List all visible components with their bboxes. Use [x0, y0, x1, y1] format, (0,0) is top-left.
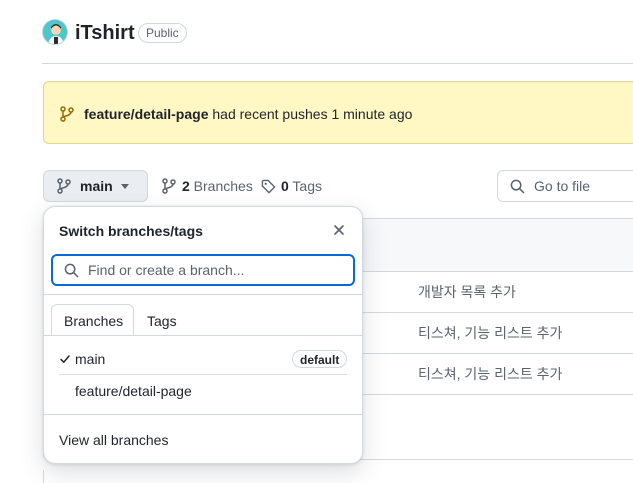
tags-link[interactable]: 0 Tags	[281, 176, 322, 196]
tabs-underline	[44, 335, 362, 336]
repo-owner-avatar[interactable]	[42, 19, 68, 45]
list-item-divider	[59, 374, 347, 375]
dropdown-divider	[44, 294, 362, 295]
view-all-branches-link[interactable]: View all branches	[59, 430, 168, 450]
commit-message-link[interactable]: 개발자 목록 추가	[418, 282, 516, 302]
commit-message-link[interactable]: 티스쳐, 기능 리스트 추가	[418, 323, 562, 343]
commit-message-link[interactable]: 티스쳐, 기능 리스트 추가	[418, 364, 562, 384]
repo-name[interactable]: iTshirt	[75, 19, 135, 47]
check-icon	[60, 355, 70, 363]
pushed-branch-link[interactable]: feature/detail-page	[84, 106, 208, 122]
branch-item-main[interactable]: main	[75, 349, 105, 369]
branches-link-label: Branches	[189, 178, 253, 194]
tags-count: 0	[281, 178, 289, 194]
recent-push-message: feature/detail-page had recent pushes 1 …	[84, 104, 412, 124]
current-branch-label: main	[80, 178, 113, 194]
git-branch-icon	[162, 178, 176, 194]
search-icon	[64, 263, 79, 278]
tab-tags[interactable]: Tags	[147, 311, 177, 331]
branch-item-feature-detail-page[interactable]: feature/detail-page	[75, 381, 192, 401]
branch-search-input[interactable]	[88, 260, 343, 280]
dropdown-title: Switch branches/tags	[59, 223, 203, 239]
branches-link[interactable]: 2 Branches	[182, 176, 253, 196]
git-branch-icon	[60, 106, 74, 122]
push-message-text: had recent pushes 1 minute ago	[208, 106, 413, 122]
go-to-file-placeholder: Go to file	[534, 178, 591, 194]
tags-link-label: Tags	[288, 178, 323, 194]
tab-branches-label: Branches	[64, 313, 124, 329]
tag-icon	[261, 179, 276, 194]
visibility-badge: Public	[138, 23, 187, 43]
git-branch-icon	[57, 178, 71, 194]
search-icon	[510, 179, 525, 194]
section-edge	[43, 470, 44, 483]
dropdown-divider	[44, 414, 362, 415]
close-icon[interactable]	[331, 222, 347, 238]
header-divider	[42, 63, 633, 64]
triangle-down-icon	[121, 184, 129, 189]
branches-count: 2	[182, 178, 190, 194]
default-branch-badge: default	[292, 350, 348, 368]
